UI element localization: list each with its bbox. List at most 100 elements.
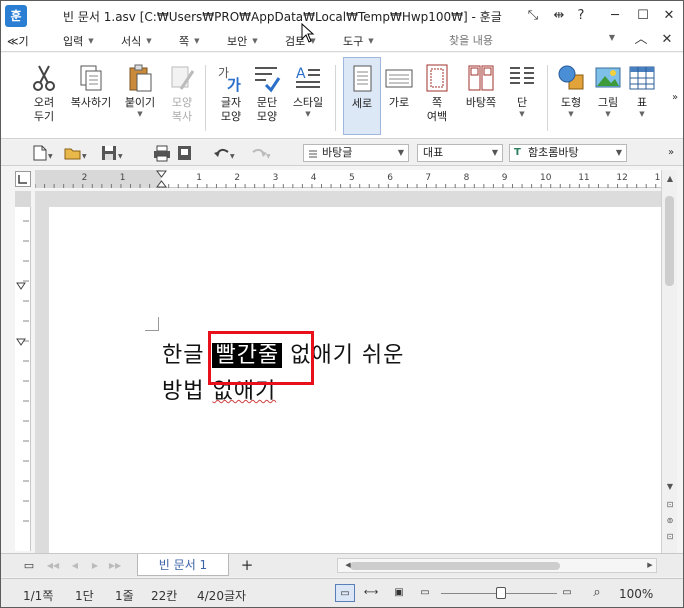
full-screen-icon[interactable]: ▣	[389, 584, 409, 602]
tab-last-icon[interactable]: ▶▶	[105, 557, 125, 575]
prev-page-icon[interactable]: ⊡	[663, 498, 677, 512]
columns-dropdown-icon[interactable]: ▼	[505, 110, 539, 118]
normal-view-icon[interactable]: ▭	[335, 584, 355, 602]
horizontal-ruler[interactable]: 2112345678910111213	[34, 170, 666, 188]
scroll-left-icon[interactable]: ◀	[341, 558, 355, 572]
open-folder-icon[interactable]: ▼	[63, 144, 87, 162]
redo-icon[interactable]: ▼	[247, 144, 271, 162]
style-dropdown-icon[interactable]: ▼	[287, 110, 329, 118]
print-preview-icon[interactable]	[173, 144, 197, 162]
tab-first-icon[interactable]: ◀◀	[43, 557, 63, 575]
char-shape-button[interactable]: 가가 글자 모양	[213, 57, 249, 135]
scroll-down-icon[interactable]: ▼	[663, 480, 677, 494]
font-combo-dropdown-icon[interactable]: ▼	[616, 145, 622, 161]
document-page[interactable]: 한글 빨간줄 없애기 쉬운 방법 없애기	[49, 207, 661, 553]
style-button[interactable]: A 스타일 ▼	[287, 57, 329, 135]
tab-document-1[interactable]: 빈 문서 1	[137, 554, 229, 576]
outline-combo[interactable]: 대표 ▼	[417, 144, 503, 162]
outline-combo-dropdown-icon[interactable]: ▼	[492, 145, 498, 161]
portrait-button[interactable]: 세로	[343, 57, 381, 135]
copy-button[interactable]: 복사하기	[65, 57, 117, 135]
find-input[interactable]	[393, 32, 619, 49]
shapes-label: 도형	[560, 96, 582, 109]
picture-button[interactable]: 그림 ▼	[591, 57, 625, 135]
vertical-scroll-thumb[interactable]	[665, 196, 674, 286]
status-column[interactable]: 22칸	[151, 587, 177, 604]
menu-item-prev[interactable]: ≪기	[7, 33, 29, 49]
resize-icon[interactable]: ⤡	[523, 7, 543, 25]
table-button[interactable]: 표 ▼	[627, 57, 657, 135]
zoom-out-icon[interactable]: ▭	[415, 584, 435, 602]
page-fit-icon[interactable]: ⟷	[361, 584, 381, 602]
char-shape-icon: 가가	[216, 63, 246, 94]
status-zoom[interactable]: 100%	[619, 587, 653, 601]
tab-prev-icon[interactable]: ◀	[65, 557, 85, 575]
svg-text:A: A	[296, 66, 306, 82]
paste-button[interactable]: 붙이기 ▼	[119, 57, 161, 135]
format-painter-icon	[167, 63, 197, 93]
paste-dropdown-icon[interactable]: ▼	[119, 110, 161, 118]
vertical-scrollbar[interactable]: ▲ ▼ ⊡ ⊚ ⊡	[661, 170, 677, 553]
app-icon[interactable]: 훈	[5, 5, 27, 27]
close-icon[interactable]: ✕	[659, 7, 679, 25]
cut-button[interactable]: 오려 두기	[25, 57, 63, 135]
tab-next-icon[interactable]: ▶	[85, 557, 105, 575]
zoom-in-icon[interactable]: ▭	[557, 584, 577, 602]
find-dropdown-icon[interactable]: ▼	[609, 33, 615, 42]
menu-item-tools[interactable]: 도구 ▼	[343, 33, 374, 49]
landscape-button[interactable]: 가로	[383, 57, 415, 135]
ruler-corner-button[interactable]	[15, 171, 31, 187]
menu-item-page[interactable]: 쪽 ▼	[179, 33, 200, 49]
status-line[interactable]: 1줄	[115, 587, 134, 604]
svg-text:▼: ▼	[266, 153, 271, 160]
picture-icon	[593, 63, 623, 93]
landscape-label: 가로	[388, 96, 410, 109]
document-area[interactable]: 한글 빨간줄 없애기 쉬운 방법 없애기	[35, 191, 661, 553]
status-section[interactable]: 1단	[75, 587, 94, 604]
svg-text:▼: ▼	[230, 153, 235, 160]
columns-button[interactable]: 단 ▼	[505, 57, 539, 135]
maximize-icon[interactable]: ☐	[633, 7, 653, 25]
horizontal-scroll-thumb[interactable]	[350, 562, 560, 570]
scroll-up-icon[interactable]: ▲	[663, 172, 677, 186]
minimize-icon[interactable]: ─	[605, 7, 625, 25]
status-char-count[interactable]: 4/20글자	[197, 587, 246, 604]
next-page-icon[interactable]: ⊡	[663, 530, 677, 544]
new-document-icon[interactable]: ▼	[29, 144, 53, 162]
style-combo[interactable]: 바탕글 ▼	[303, 144, 409, 162]
table-dropdown-icon[interactable]: ▼	[627, 110, 657, 118]
save-icon[interactable]: ▼	[99, 144, 123, 162]
horizontal-scrollbar[interactable]	[337, 558, 657, 573]
menu-item-format[interactable]: 서식 ▼	[121, 33, 152, 49]
find-box[interactable]: ▼	[393, 32, 619, 49]
tab-list-icon[interactable]: ▭	[19, 557, 39, 575]
help-icon[interactable]: ?	[571, 7, 591, 25]
toolbar-more-icon[interactable]: »	[661, 144, 681, 162]
split-icon[interactable]: ⇹	[549, 7, 569, 25]
picture-dropdown-icon[interactable]: ▼	[591, 110, 625, 118]
menu-item-input[interactable]: 입력 ▼	[63, 33, 94, 49]
paragraph-shape-button[interactable]: 문단 모양	[249, 57, 285, 135]
page-margin-marker	[145, 317, 159, 331]
scroll-right-icon[interactable]: ▶	[643, 558, 657, 572]
ribbon-more-icon[interactable]: »	[665, 89, 683, 107]
zoom-search-icon[interactable]: ⌕	[587, 584, 607, 602]
print-icon[interactable]	[151, 144, 175, 162]
doc-close-icon[interactable]: ✕	[657, 31, 677, 49]
format-painter-button[interactable]: 모양 복사	[163, 57, 201, 135]
page-margin-button[interactable]: 쪽 여백	[417, 57, 457, 135]
add-tab-icon[interactable]: +	[237, 556, 257, 574]
shapes-dropdown-icon[interactable]: ▼	[553, 110, 589, 118]
ribbon-collapse-icon[interactable]: ︿	[631, 31, 651, 49]
status-page[interactable]: 1/1쪽	[23, 587, 53, 604]
vertical-ruler[interactable]	[15, 191, 31, 551]
font-combo[interactable]: T 함초롬바탕 ▼	[509, 144, 627, 162]
mouse-pointer-icon	[301, 23, 315, 43]
menu-item-security[interactable]: 보안 ▼	[227, 33, 258, 49]
style-combo-dropdown-icon[interactable]: ▼	[398, 145, 404, 161]
master-page-button[interactable]: 바탕쪽	[459, 57, 503, 135]
zoom-slider-knob[interactable]	[496, 587, 506, 599]
undo-icon[interactable]: ▼	[211, 144, 235, 162]
page-select-icon[interactable]: ⊚	[663, 514, 677, 528]
shapes-button[interactable]: 도형 ▼	[553, 57, 589, 135]
